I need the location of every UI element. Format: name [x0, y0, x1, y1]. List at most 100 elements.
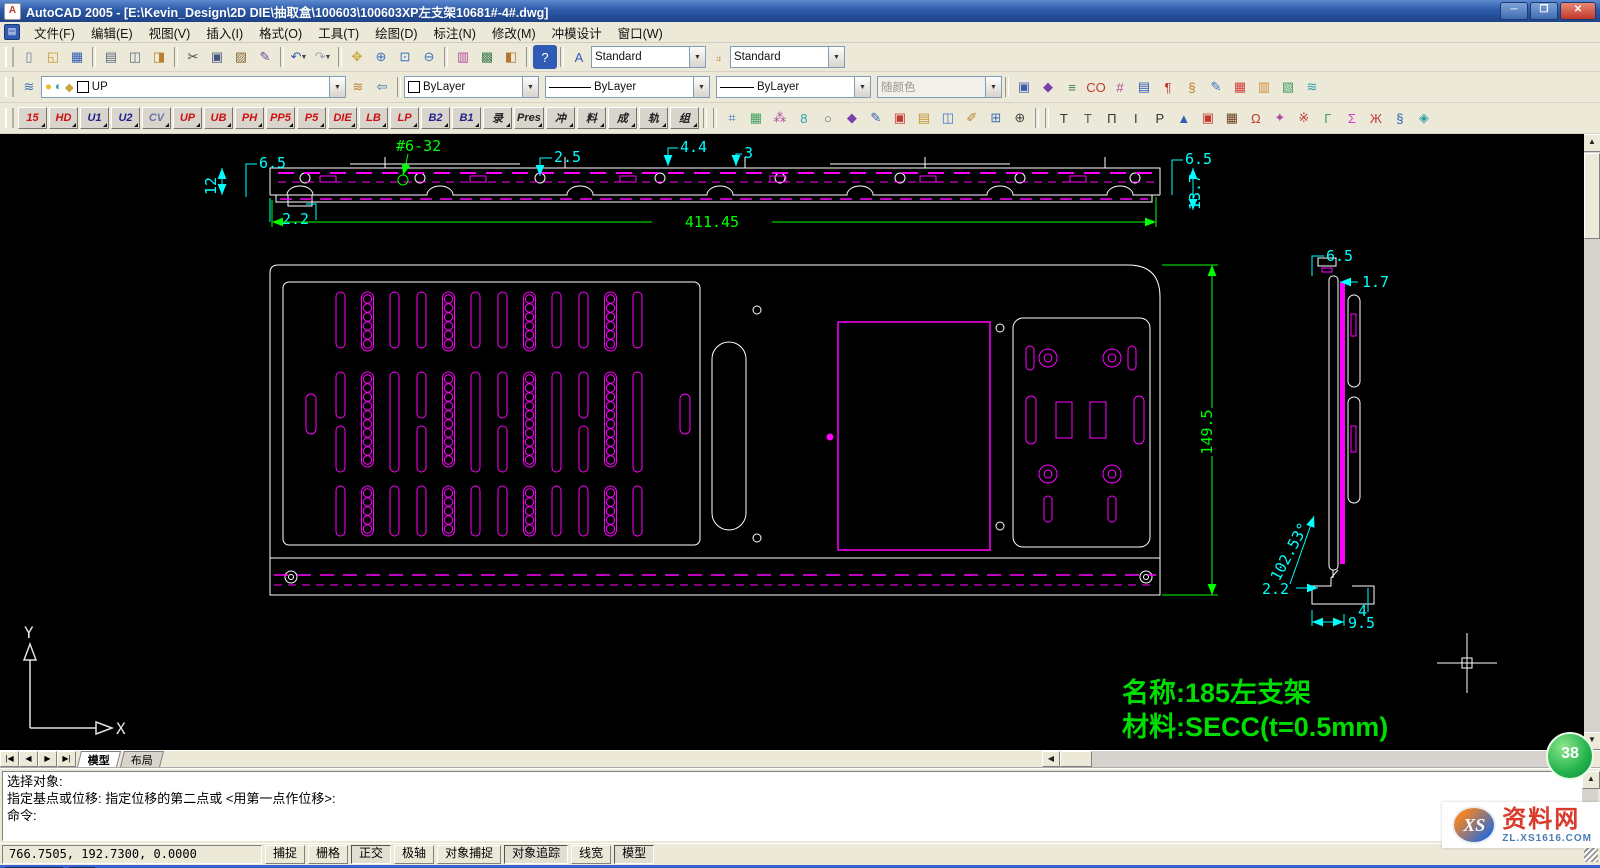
tab-layout1[interactable]: 布局: [120, 751, 164, 767]
die-menu-u2-button[interactable]: U2: [111, 107, 140, 129]
punch-b-icon[interactable]: T: [1076, 106, 1100, 130]
title-bar[interactable]: A AutoCAD 2005 - [E:\Kevin_Design\2D DIE…: [0, 0, 1600, 22]
spring-icon[interactable]: ※: [1292, 106, 1316, 130]
copy-page-icon[interactable]: ▣: [888, 106, 912, 130]
linetype-combo[interactable]: ByLayer ▼: [545, 76, 710, 98]
scroll-up-icon[interactable]: ▲: [1583, 134, 1600, 152]
ip-punch-icon[interactable]: P: [1148, 106, 1172, 130]
chevron-down-icon[interactable]: ▼: [854, 77, 870, 97]
tab-prev-button[interactable]: ◀: [19, 751, 38, 767]
die-menu-pp5-button[interactable]: PP5: [266, 107, 295, 129]
wipeout-icon[interactable]: ◆: [840, 106, 864, 130]
die-menu-料-button[interactable]: 料: [577, 107, 606, 129]
frame-grid-icon[interactable]: #: [1108, 75, 1132, 99]
chevron-down-icon[interactable]: ▼: [828, 47, 844, 67]
die-menu-成-button[interactable]: 成: [608, 107, 637, 129]
toggle-对象捕捉[interactable]: 对象捕捉: [437, 845, 501, 864]
tab-model[interactable]: 模型: [77, 751, 121, 767]
horizontal-scrollbar[interactable]: ◀ ▶: [1042, 751, 1600, 767]
toggle-线宽[interactable]: 线宽: [571, 845, 611, 864]
layer-lock-icon[interactable]: ◆: [65, 80, 74, 94]
undo-icon[interactable]: ↶▼: [287, 45, 311, 69]
plate-p-icon[interactable]: Σ: [1340, 106, 1364, 130]
drawing-canvas[interactable]: 6.5 12 2.2 2.5 4.4 3 6.5 13.7 #6-32: [0, 134, 1584, 750]
designcenter-icon[interactable]: ▩: [475, 45, 499, 69]
pilot-pin-icon[interactable]: I: [1124, 106, 1148, 130]
layers-icon[interactable]: ≋: [17, 75, 41, 99]
menu-item-3[interactable]: 插入(I): [198, 21, 251, 44]
maximize-button[interactable]: ❐: [1530, 2, 1558, 20]
zoom-previous-icon[interactable]: ⊖: [417, 45, 441, 69]
plate-l-icon[interactable]: Γ: [1316, 106, 1340, 130]
toolbar-grip[interactable]: [5, 108, 14, 128]
layer-previous-icon[interactable]: ⇦: [370, 75, 394, 99]
die-menu-组-button[interactable]: 组: [670, 107, 699, 129]
swatch-palette-icon[interactable]: ▥: [1252, 75, 1276, 99]
menu-item-2[interactable]: 视图(V): [141, 21, 199, 44]
tab-next-button[interactable]: ▶: [38, 751, 57, 767]
donut-icon[interactable]: ◆: [1036, 75, 1060, 99]
layer-on-icon[interactable]: ●: [45, 81, 52, 93]
plot-icon[interactable]: ▤: [99, 45, 123, 69]
die-menu-轨-button[interactable]: 轨: [639, 107, 668, 129]
notification-badge[interactable]: 38: [1546, 732, 1594, 780]
die-menu-b1-button[interactable]: B1: [452, 107, 481, 129]
plus-circle-icon[interactable]: ⊕: [1008, 106, 1032, 130]
color-combo[interactable]: ByLayer ▼: [404, 76, 539, 98]
table-grid-icon[interactable]: ▦: [744, 106, 768, 130]
layer-freeze-icon[interactable]: ◐: [55, 81, 62, 93]
properties-icon[interactable]: ▥: [451, 45, 475, 69]
die-menu-lp-button[interactable]: LP: [390, 107, 419, 129]
chevron-down-icon[interactable]: ▼: [689, 47, 705, 67]
ref-grid-icon[interactable]: ⊞: [984, 106, 1008, 130]
paint-icon[interactable]: ✎: [1204, 75, 1228, 99]
paste-icon[interactable]: ▨: [229, 45, 253, 69]
die-block-icon[interactable]: ▦: [1220, 106, 1244, 130]
dim-style-combo[interactable]: Standard ▼: [730, 46, 845, 68]
layer-combo[interactable]: ● ◐ ◆ UP ▼: [41, 76, 346, 98]
color-palette-icon[interactable]: ▦: [1228, 75, 1252, 99]
layout-list-icon[interactable]: ▧: [1276, 75, 1300, 99]
punch-double-icon[interactable]: Π: [1100, 106, 1124, 130]
shaft-icon[interactable]: ✦: [1268, 106, 1292, 130]
die-menu-p5-button[interactable]: P5: [297, 107, 326, 129]
toggle-捕捉[interactable]: 捕捉: [265, 845, 305, 864]
die-menu-录-button[interactable]: 录: [483, 107, 512, 129]
block-insert-icon[interactable]: ▣: [1012, 75, 1036, 99]
horizontal-scroll-thumb[interactable]: [1060, 751, 1092, 767]
layer-translate-icon[interactable]: ≡: [1060, 75, 1084, 99]
minimize-button[interactable]: ─: [1500, 2, 1528, 20]
blue-pencil-icon[interactable]: ✎: [864, 106, 888, 130]
dim-ruler-icon[interactable]: ⌗: [720, 106, 744, 130]
copy-icon[interactable]: ▣: [205, 45, 229, 69]
help-icon[interactable]: ?: [533, 45, 557, 69]
die-menu-冲-button[interactable]: 冲: [546, 107, 575, 129]
ordinate-icon[interactable]: ○: [816, 106, 840, 130]
co-command-icon[interactable]: CO: [1084, 75, 1108, 99]
toggle-栅格[interactable]: 栅格: [308, 845, 348, 864]
resize-grip[interactable]: [1584, 848, 1598, 862]
dim-style-icon[interactable]: ⟓: [706, 45, 730, 69]
toolbar-grip[interactable]: [5, 77, 14, 97]
zoom-window-icon[interactable]: ⊡: [393, 45, 417, 69]
menu-item-8[interactable]: 修改(M): [484, 21, 544, 44]
layer-color-swatch[interactable]: [77, 81, 89, 93]
text-style-icon[interactable]: A: [567, 45, 591, 69]
pencil-a-icon[interactable]: ✐: [960, 106, 984, 130]
menu-item-0[interactable]: 文件(F): [26, 21, 83, 44]
chevron-down-icon[interactable]: ▼: [522, 77, 538, 97]
dim-8-icon[interactable]: 8: [792, 106, 816, 130]
toggle-对象追踪[interactable]: 对象追踪: [504, 845, 568, 864]
menu-item-5[interactable]: 工具(T): [310, 21, 367, 44]
toggle-正交[interactable]: 正交: [351, 845, 391, 864]
pan-icon[interactable]: ✥: [345, 45, 369, 69]
punch-a-icon[interactable]: T: [1052, 106, 1076, 130]
publish-icon[interactable]: ◨: [147, 45, 171, 69]
die-menu-cv-button[interactable]: CV: [142, 107, 171, 129]
stripper-icon[interactable]: ▣: [1196, 106, 1220, 130]
die-menu-b2-button[interactable]: B2: [421, 107, 450, 129]
close-button[interactable]: ✕: [1560, 2, 1596, 20]
open-icon[interactable]: ◱: [41, 45, 65, 69]
tab-last-button[interactable]: ▶|: [57, 751, 76, 767]
toggle-极轴[interactable]: 极轴: [394, 845, 434, 864]
